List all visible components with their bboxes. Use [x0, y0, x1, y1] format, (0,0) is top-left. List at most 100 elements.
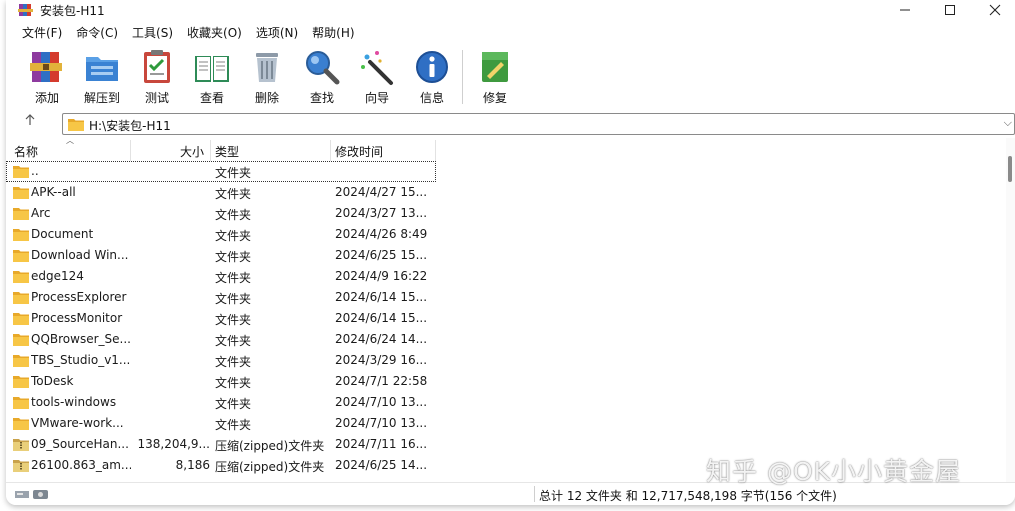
- add-archive-icon: [30, 52, 62, 82]
- minimize-icon: [900, 9, 910, 11]
- file-row[interactable]: 26100.863_am... 8,186 压缩(zipped)文件夹 2024/6/…: [6, 455, 436, 476]
- scrollbar-thumb[interactable]: [1008, 156, 1012, 182]
- file-name: Arc: [31, 206, 51, 220]
- arrow-up-icon: [25, 114, 35, 125]
- file-row[interactable]: Document 文件夹 2024/4/26 8:49: [6, 224, 436, 245]
- repair-button[interactable]: 修复: [469, 48, 521, 106]
- view-button[interactable]: 查看: [186, 48, 238, 106]
- minimize-button[interactable]: [882, 0, 928, 20]
- file-modified: 2024/4/27 15...: [335, 185, 428, 199]
- file-modified: 2024/3/29 16...: [335, 353, 428, 367]
- trash-icon: [256, 53, 278, 82]
- file-row[interactable]: edge124 文件夹 2024/4/9 16:22: [6, 266, 436, 287]
- file-type: 文件夹: [215, 229, 252, 243]
- file-modified: 2024/4/9 16:22: [335, 269, 428, 283]
- menu-file[interactable]: 文件(F): [15, 24, 69, 41]
- file-name: 26100.863_am...: [31, 458, 131, 472]
- file-name: VMware-work...: [31, 416, 124, 430]
- file-modified: 2024/6/14 15...: [335, 311, 428, 325]
- file-row[interactable]: ProcessMonitor 文件夹 2024/6/14 15...: [6, 308, 436, 329]
- file-modified: 2024/7/1 22:58: [335, 374, 428, 388]
- menu-help[interactable]: 帮助(H): [305, 24, 361, 41]
- file-modified: 2024/7/11 16...: [335, 437, 428, 451]
- maximize-icon: [945, 5, 955, 15]
- address-bar[interactable]: H:\安装包-H11 ⌵: [62, 113, 1015, 135]
- file-type: 文件夹: [215, 187, 252, 201]
- zip-folder-icon: [13, 438, 29, 454]
- test-button[interactable]: 测试: [131, 48, 183, 106]
- file-type: 文件夹: [215, 334, 252, 348]
- folder-icon: [13, 228, 29, 244]
- file-type: 文件夹: [215, 313, 252, 327]
- column-size[interactable]: 大小: [131, 140, 211, 161]
- file-row[interactable]: VMware-work... 文件夹 2024/7/10 13...: [6, 413, 436, 434]
- file-size: 8,186: [175, 458, 210, 472]
- file-row[interactable]: ToDesk 文件夹 2024/7/1 22:58: [6, 371, 436, 392]
- file-type: 文件夹: [215, 292, 252, 306]
- window-title: 安装包-H11: [40, 4, 105, 18]
- folder-icon: [13, 207, 29, 223]
- file-row[interactable]: APK--all 文件夹 2024/4/27 15...: [6, 182, 436, 203]
- repair-box-icon: [482, 52, 508, 82]
- drive-status-icon: [15, 490, 48, 499]
- file-modified: 2024/6/25 14...: [335, 458, 428, 472]
- watermark: 知乎 @OK小小黄金屋: [706, 457, 962, 486]
- file-row[interactable]: Arc 文件夹 2024/3/27 13...: [6, 203, 436, 224]
- extract-to-icon: [86, 57, 118, 81]
- test-clipboard-icon: [144, 50, 170, 83]
- column-header: ︿ 名称 大小 类型 修改时间: [6, 138, 436, 161]
- folder-icon: [13, 333, 29, 349]
- folder-icon: [13, 165, 29, 181]
- menu-tools[interactable]: 工具(S): [125, 24, 180, 41]
- zip-folder-icon: [13, 459, 29, 475]
- folder-icon: [13, 417, 29, 433]
- menu-commands[interactable]: 命令(C): [69, 24, 125, 41]
- file-name: APK--all: [31, 185, 76, 199]
- file-row[interactable]: 09_SourceHan... 138,204,9... 压缩(zipped)文件夹…: [6, 434, 436, 455]
- view-book-icon: [195, 56, 229, 82]
- file-type: 文件夹: [215, 208, 252, 222]
- file-row[interactable]: .. 文件夹: [6, 161, 436, 182]
- add-button[interactable]: 添加: [21, 48, 73, 106]
- column-type[interactable]: 类型: [211, 140, 331, 161]
- status-summary: 总计 12 文件夹 和 12,717,548,198 字节(156 个文件): [539, 489, 837, 503]
- file-name: tools-windows: [31, 395, 117, 409]
- menu-favorites[interactable]: 收藏夹(O): [180, 24, 249, 41]
- wizard-label: 向导: [364, 91, 389, 105]
- file-modified: 2024/6/24 14...: [335, 332, 428, 346]
- info-button[interactable]: 信息: [406, 48, 458, 106]
- file-row[interactable]: ProcessExplorer 文件夹 2024/6/14 15...: [6, 287, 436, 308]
- folder-icon: [13, 186, 29, 202]
- folder-icon: [13, 270, 29, 286]
- menu-options[interactable]: 选项(N): [249, 24, 305, 41]
- file-row[interactable]: TBS_Studio_v1.... 文件夹 2024/3/29 16...: [6, 350, 436, 371]
- file-row[interactable]: tools-windows 文件夹 2024/7/10 13...: [6, 392, 436, 413]
- folder-icon: [13, 375, 29, 391]
- winrar-window: 安装包-H11 文件(F) 命令(C) 工具(S) 收藏夹(O) 选项(N) 帮…: [6, 0, 1015, 505]
- view-label: 查看: [199, 91, 224, 105]
- file-row[interactable]: Download Win... 文件夹 2024/6/25 15...: [6, 245, 436, 266]
- file-modified: 2024/7/10 13...: [335, 395, 428, 409]
- vertical-scrollbar[interactable]: [1006, 138, 1015, 482]
- maximize-button[interactable]: [927, 0, 973, 20]
- file-modified: 2024/3/27 13...: [335, 206, 428, 220]
- close-button[interactable]: [972, 0, 1015, 20]
- chevron-down-icon[interactable]: ⌵: [1004, 116, 1012, 130]
- repair-label: 修复: [482, 91, 507, 105]
- file-name: QQBrowser_Se...: [31, 332, 131, 346]
- wizard-button[interactable]: 向导: [351, 48, 403, 106]
- up-folder-button[interactable]: [20, 114, 40, 134]
- extract-to-button[interactable]: 解压到: [76, 48, 128, 106]
- column-name[interactable]: 名称: [6, 140, 131, 161]
- find-button[interactable]: 查找: [296, 48, 348, 106]
- file-modified: 2024/4/26 8:49: [335, 227, 428, 241]
- file-type: 文件夹: [215, 271, 252, 285]
- file-row[interactable]: QQBrowser_Se... 文件夹 2024/6/24 14...: [6, 329, 436, 350]
- column-modified[interactable]: 修改时间: [331, 140, 436, 161]
- add-label: 添加: [34, 91, 59, 105]
- file-name: 09_SourceHan...: [31, 437, 129, 451]
- delete-button[interactable]: 删除: [241, 48, 293, 106]
- wizard-wand-icon: [361, 51, 393, 85]
- delete-label: 删除: [254, 91, 279, 105]
- file-modified: 2024/6/25 15...: [335, 248, 428, 262]
